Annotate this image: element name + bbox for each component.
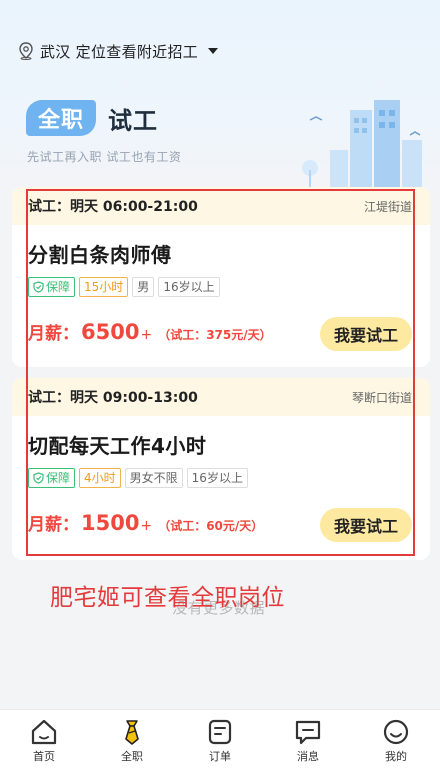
tab-orders[interactable]: 订单	[176, 710, 264, 769]
bottom-tab-bar: 首页 全职 订单 消息 我的	[0, 709, 440, 769]
tab-messages[interactable]: 消息	[264, 710, 352, 769]
street-label: 江堤街道	[363, 199, 412, 214]
job-card[interactable]: 试工：明天 09:00-13:00 琴断口街道 切配每天工作4小时 保障 4小时…	[12, 378, 430, 560]
job-title: 分割白条肉师傅	[28, 243, 172, 267]
hours-tag: 4小时	[79, 468, 121, 488]
job-title: 切配每天工作4小时	[28, 434, 207, 458]
trial-time: 试工：明天 09:00-13:00	[28, 390, 198, 406]
trial-pay: （试工：375元/天）	[158, 328, 272, 342]
tab-label: 首页	[33, 750, 55, 763]
message-icon	[295, 720, 321, 745]
card-header: 试工：明天 06:00-21:00 江堤街道	[12, 187, 430, 225]
shield-check-icon	[33, 281, 44, 293]
hours-tag: 15小时	[79, 277, 129, 297]
salary-label: 月薪：	[28, 324, 79, 344]
shield-check-icon	[33, 472, 44, 484]
tag-list: 保障 4小时 男女不限 16岁以上	[28, 468, 248, 488]
location-text: 武汉 定位查看附近招工	[40, 42, 199, 61]
salary-value: 1500	[81, 511, 140, 535]
tie-icon	[125, 720, 139, 745]
tab-profile[interactable]: 我的	[352, 710, 440, 769]
salary: 月薪： 1500 + （试工：60元/天）	[28, 510, 263, 535]
tab-label: 我的	[385, 750, 407, 763]
profile-icon	[383, 719, 409, 745]
gender-tag: 男	[132, 277, 155, 297]
tab-label: 订单	[209, 750, 231, 763]
salary-label: 月薪：	[28, 515, 79, 535]
annotation-note: 肥宅姬可查看全职岗位	[50, 585, 285, 611]
chevron-down-icon	[208, 48, 219, 54]
tab-label: 消息	[297, 750, 319, 763]
street-label: 琴断口街道	[351, 390, 412, 405]
tab-label: 全职	[121, 750, 143, 763]
mode-tabs: 全职 试工	[26, 100, 158, 136]
guarantee-tag: 保障	[28, 277, 76, 297]
salary-value: 6500	[81, 320, 140, 344]
job-card[interactable]: 试工：明天 06:00-21:00 江堤街道 分割白条肉师傅 保障 15小时 男…	[12, 187, 430, 367]
guarantee-tag: 保障	[28, 468, 76, 488]
city-illustration	[302, 100, 422, 190]
mode-tab-fulltime[interactable]: 全职	[26, 100, 97, 136]
location-pin-icon	[19, 42, 33, 60]
home-icon	[31, 719, 57, 745]
mode-tab-trial[interactable]: 试工	[108, 101, 158, 136]
salary-plus: +	[140, 327, 153, 343]
salary-plus: +	[140, 518, 153, 534]
tag-list: 保障 15小时 男 16岁以上	[28, 277, 220, 297]
guarantee-tag-label: 保障	[46, 471, 71, 485]
guarantee-tag-label: 保障	[46, 280, 71, 294]
apply-trial-button[interactable]: 我要试工	[320, 508, 412, 542]
age-tag: 16岁以上	[158, 277, 220, 297]
trial-time: 试工：明天 06:00-21:00	[28, 199, 198, 215]
location-selector[interactable]: 武汉 定位查看附近招工	[18, 40, 219, 62]
age-tag: 16岁以上	[186, 468, 248, 488]
trial-pay: （试工：60元/天）	[158, 519, 264, 533]
card-header: 试工：明天 09:00-13:00 琴断口街道	[12, 378, 430, 416]
tab-home[interactable]: 首页	[0, 710, 88, 769]
apply-trial-button[interactable]: 我要试工	[320, 317, 412, 351]
salary: 月薪： 6500 + （试工：375元/天）	[28, 319, 272, 344]
order-icon	[208, 719, 232, 745]
tab-fulltime[interactable]: 全职	[88, 710, 176, 769]
gender-tag: 男女不限	[124, 468, 183, 488]
slogan: 先试工再入职 试工也有工资	[27, 150, 182, 164]
